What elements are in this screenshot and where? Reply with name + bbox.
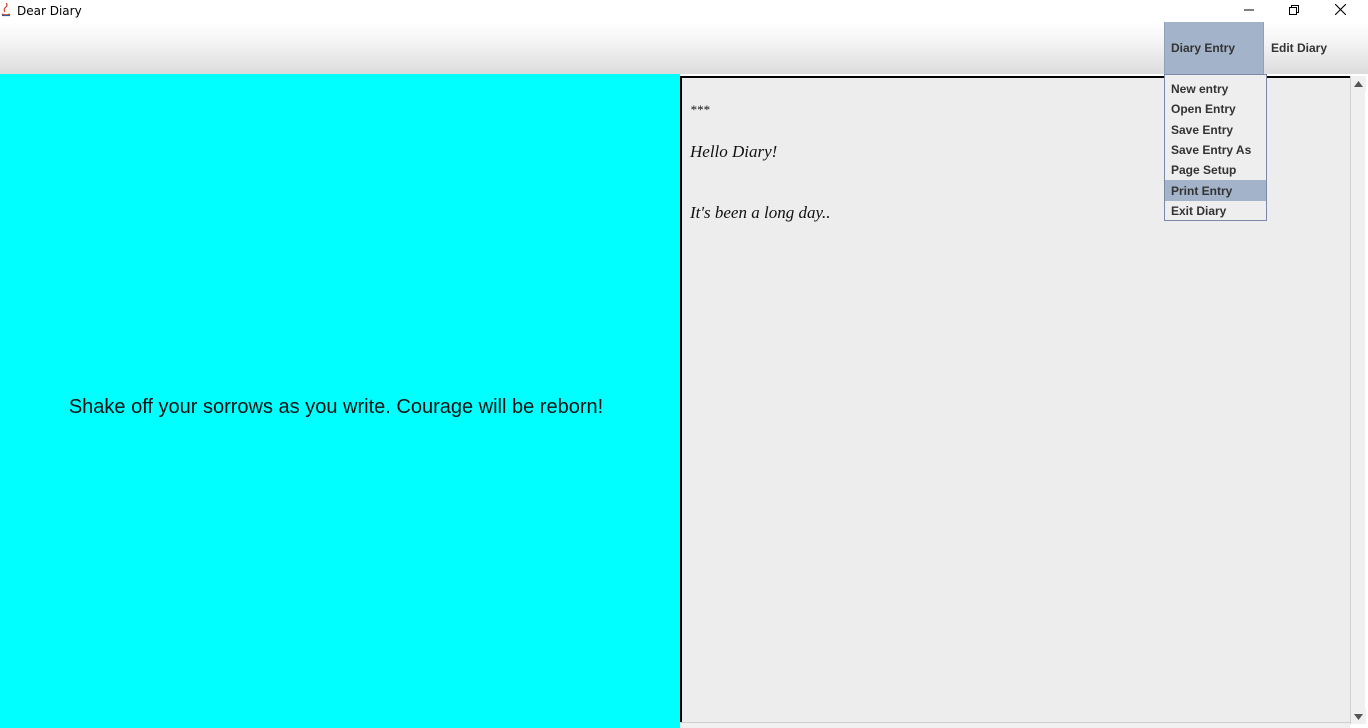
- title-bar: Dear Diary: [0, 0, 1368, 22]
- menu-item-save-entry-as[interactable]: Save Entry As: [1165, 140, 1266, 160]
- window-title: Dear Diary: [17, 4, 82, 18]
- diary-entry-dropdown: New entry Open Entry Save Entry Save Ent…: [1164, 74, 1267, 221]
- menu-item-page-setup[interactable]: Page Setup: [1165, 160, 1266, 180]
- menu-diary-entry[interactable]: Diary Entry: [1164, 22, 1264, 74]
- close-icon: [1334, 2, 1346, 20]
- menu-item-open-entry[interactable]: Open Entry: [1165, 99, 1266, 119]
- vertical-scrollbar[interactable]: [1350, 76, 1366, 724]
- minimize-button[interactable]: [1226, 0, 1272, 22]
- java-app-icon: [0, 2, 12, 17]
- editor-line: ***: [690, 102, 710, 117]
- motivational-quote: Shake off your sorrows as you write. Cou…: [68, 396, 604, 418]
- quote-panel: Shake off your sorrows as you write. Cou…: [0, 74, 680, 728]
- scroll-up-arrow[interactable]: [1351, 76, 1366, 91]
- menu-item-save-entry[interactable]: Save Entry: [1165, 120, 1266, 140]
- editor-line: It's been a long day..: [690, 203, 831, 222]
- menu-item-exit-diary[interactable]: Exit Diary: [1165, 201, 1266, 221]
- menu-edit-diary[interactable]: Edit Diary: [1265, 22, 1345, 74]
- minimize-icon: [1244, 2, 1254, 20]
- close-button[interactable]: [1317, 0, 1363, 22]
- menu-item-new-entry[interactable]: New entry: [1165, 79, 1266, 99]
- horizontal-scrollbar[interactable]: [680, 722, 1350, 728]
- menu-item-print-entry[interactable]: Print Entry: [1165, 180, 1266, 201]
- restore-icon: [1289, 2, 1299, 20]
- menu-bar: Diary Entry Edit Diary: [0, 22, 1368, 74]
- scroll-down-arrow[interactable]: [1351, 709, 1366, 724]
- restore-button[interactable]: [1271, 0, 1317, 22]
- editor-line: Hello Diary!: [690, 142, 778, 161]
